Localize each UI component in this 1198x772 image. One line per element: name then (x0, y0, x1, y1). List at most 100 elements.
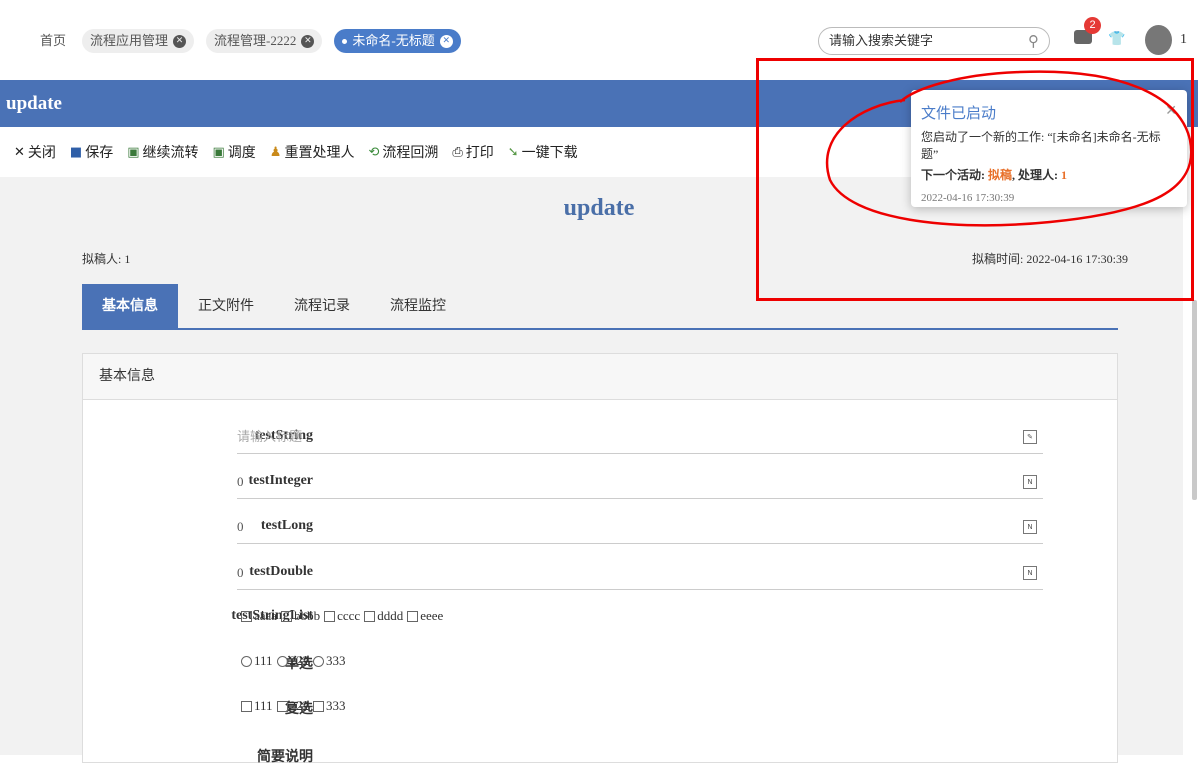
testlong-input[interactable] (237, 519, 997, 535)
checkbox-icon (241, 700, 252, 712)
search-box: ⚲ (818, 27, 1050, 55)
tab-attachments[interactable]: 正文附件 (178, 284, 274, 328)
field-testdouble: testDouble N (83, 560, 1119, 590)
tab-label: 未命名-无标题 (352, 33, 435, 48)
radio-333[interactable]: 333 (313, 653, 346, 669)
checkbox-icon (364, 610, 376, 622)
skin-icon[interactable]: 👕 (1108, 31, 1125, 47)
download-label: 一键下载 (521, 146, 578, 161)
checkbox-333[interactable]: 333 (313, 698, 346, 714)
tab-flow-monitor[interactable]: 流程监控 (370, 284, 466, 328)
basic-info-panel: 基本信息 testString ✎ testInteger N testLong… (82, 353, 1119, 765)
radio-222[interactable]: 222 (276, 653, 310, 669)
number-icon[interactable]: N (1023, 520, 1037, 534)
field-multi-choice: 复选 111 222 333 (83, 694, 1119, 724)
reset-handler-label: 重置处理人 (284, 146, 355, 161)
print-icon: ⎙ (452, 144, 463, 160)
close-icon[interactable]: ✕ (173, 34, 187, 48)
tab-flow-records[interactable]: 流程记录 (274, 284, 370, 328)
option-label: 222 (289, 653, 310, 668)
save-button[interactable]: ■ 保存 (70, 142, 113, 162)
dispatch-label: 调度 (227, 146, 256, 161)
checkbox-icon (324, 610, 336, 622)
option-label: 222 (289, 698, 310, 713)
close-label: 关闭 (27, 146, 56, 161)
field-testinteger: testInteger N (83, 469, 1119, 499)
flow-back-label: 流程回溯 (382, 146, 439, 161)
field-teststring: testString ✎ (83, 424, 1119, 454)
tab-flow-app-manage[interactable]: 流程应用管理 ✕ (82, 29, 195, 53)
close-icon: ✕ (14, 144, 25, 160)
message-icon[interactable]: 2 (1074, 17, 1101, 44)
avatar[interactable] (1145, 25, 1172, 55)
drafter: 拟稿人: 1 (82, 252, 131, 266)
dispatch-button[interactable]: ▣ 调度 (213, 142, 256, 162)
checkbox-cccc[interactable]: cccc (324, 608, 360, 624)
number-icon[interactable]: N (1023, 566, 1037, 580)
checkbox-bbbb[interactable]: bbbb (281, 608, 320, 624)
tab-untitled[interactable]: 未命名-无标题 ✕ (334, 29, 461, 53)
radio-icon (241, 655, 252, 667)
checkbox-222[interactable]: 222 (276, 698, 310, 714)
tab-label: 流程管理-2222 (214, 33, 297, 48)
save-icon: ■ (69, 144, 83, 160)
option-label: 333 (326, 653, 346, 668)
close-icon[interactable]: ✕ (301, 34, 315, 48)
checkbox-icon (276, 700, 288, 712)
field-single-choice: 单选 111 222 333 (83, 649, 1119, 679)
continue-label: 继续流转 (142, 146, 199, 161)
option-label: 111 (254, 698, 273, 713)
download-icon: ➘ (507, 144, 519, 160)
tab-label: 首页 (40, 33, 67, 48)
checkbox-icon (407, 610, 419, 622)
message-count-badge: 2 (1084, 17, 1101, 34)
panel-title: 基本信息 (83, 354, 1117, 400)
teststring-input[interactable] (237, 429, 997, 445)
flow-back-button[interactable]: ⟲ 流程回溯 (368, 142, 438, 162)
checkbox-icon (281, 610, 293, 622)
user-name: 1 (1180, 32, 1187, 47)
tab-home[interactable]: 首页 (36, 29, 70, 53)
checkbox-dddd[interactable]: dddd (364, 608, 403, 624)
checkbox-111[interactable]: 111 (241, 698, 273, 714)
option-label: bbbb (294, 608, 321, 623)
option-label: cccc (337, 608, 361, 623)
option-label: 111 (254, 653, 273, 668)
field-description: 简要说明 (83, 742, 1119, 772)
radio-icon (313, 655, 325, 667)
field-label: 简要说明 (257, 750, 313, 765)
edit-icon[interactable]: ✎ (1023, 430, 1037, 444)
print-button[interactable]: ⎙ 打印 (452, 142, 493, 162)
print-label: 打印 (465, 146, 494, 161)
radio-111[interactable]: 111 (241, 653, 273, 669)
active-dot-icon (342, 38, 348, 44)
search-input[interactable] (829, 33, 1028, 49)
checkbox-aaaa[interactable]: aaaa (241, 608, 277, 624)
checkbox-icon (241, 610, 252, 622)
continue-icon: ▣ (127, 144, 140, 160)
reset-handler-button[interactable]: ♟ 重置处理人 (270, 142, 355, 162)
tab-flow-manage[interactable]: 流程管理-2222 ✕ (206, 29, 323, 53)
annotation-red-box (756, 58, 1194, 301)
tab-strip: 首页 流程应用管理 ✕ 流程管理-2222 ✕ 未命名-无标题 ✕ (36, 29, 461, 53)
field-testlong: testLong N (83, 514, 1119, 544)
option-label: aaaa (254, 608, 278, 623)
testinteger-input[interactable] (237, 474, 997, 490)
testdouble-input[interactable] (237, 565, 997, 581)
close-button[interactable]: ✕ 关闭 (14, 142, 56, 162)
option-label: eeee (420, 608, 444, 623)
continue-button[interactable]: ▣ 继续流转 (127, 142, 198, 162)
search-icon[interactable]: ⚲ (1028, 32, 1039, 50)
dispatch-icon: ▣ (212, 144, 225, 160)
checkbox-eeee[interactable]: eeee (407, 608, 443, 624)
tab-basic-info[interactable]: 基本信息 (82, 284, 178, 328)
download-button[interactable]: ➘ 一键下载 (508, 142, 578, 162)
save-label: 保存 (85, 146, 114, 161)
radio-icon (276, 655, 288, 667)
history-icon: ⟲ (368, 144, 380, 160)
number-icon[interactable]: N (1023, 475, 1037, 489)
scrollbar[interactable] (1192, 300, 1197, 500)
close-icon[interactable]: ✕ (439, 34, 453, 48)
user-icon: ♟ (269, 144, 282, 160)
checkbox-icon (313, 700, 325, 712)
